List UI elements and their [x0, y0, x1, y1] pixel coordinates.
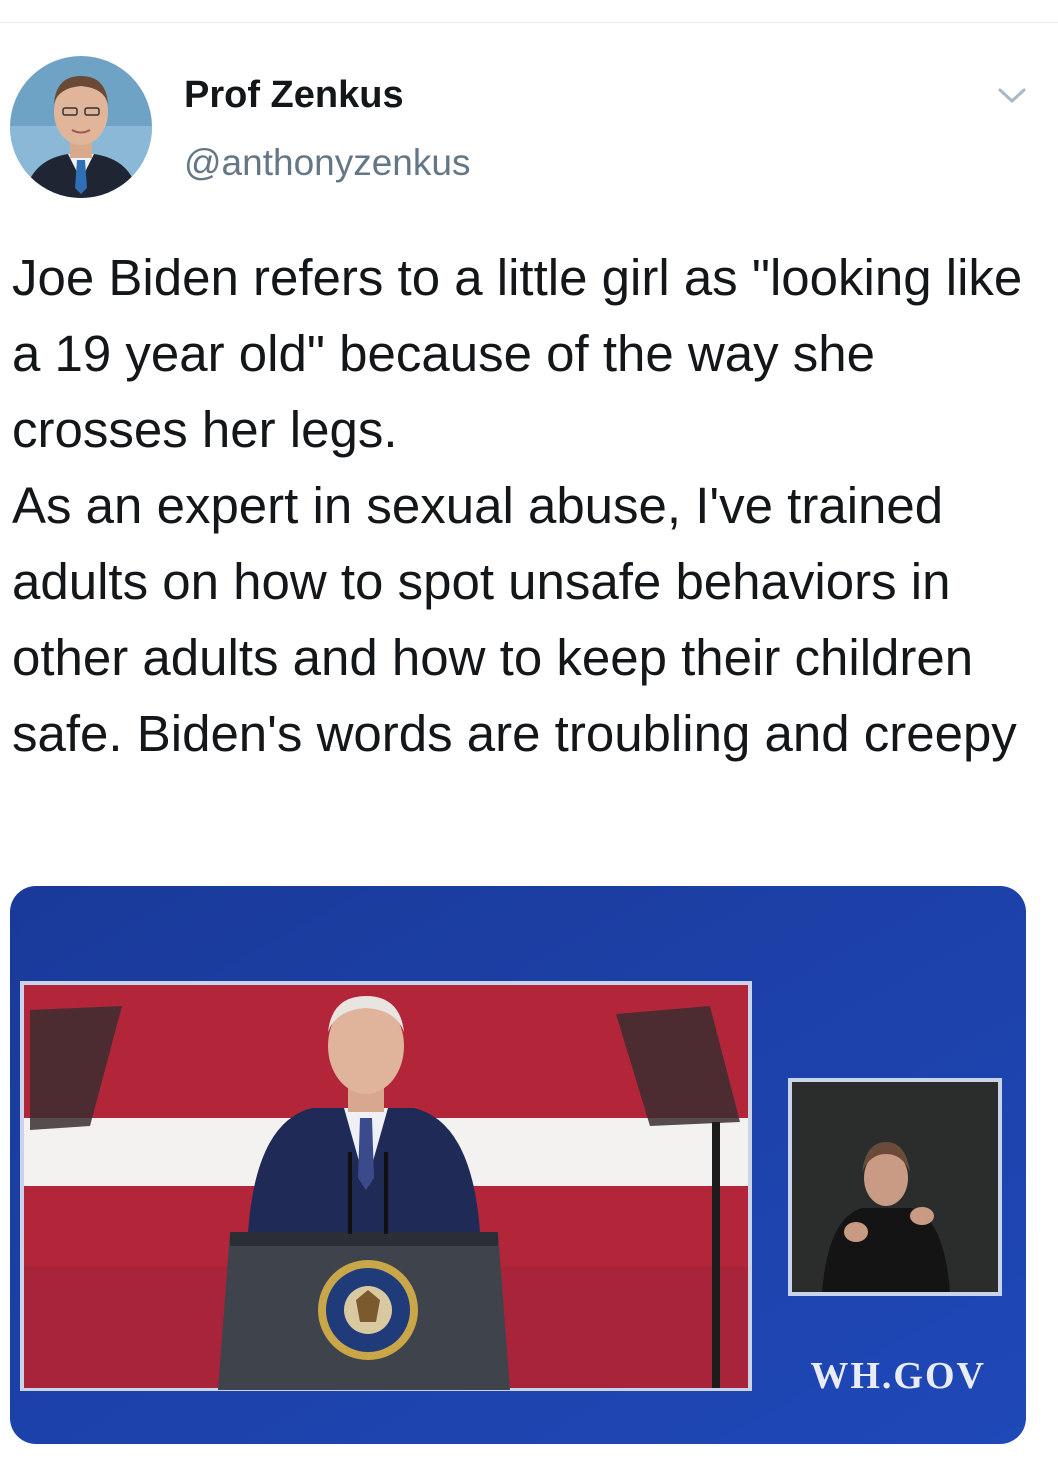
author-handle[interactable]: @anthonyzenkus	[184, 142, 470, 184]
chevron-down-icon[interactable]	[994, 80, 1030, 110]
tweet-media-video[interactable]: WH.GOV	[10, 886, 1026, 1444]
tweet-text: Joe Biden refers to a little girl as "lo…	[12, 249, 1023, 762]
author-display-name[interactable]: Prof Zenkus	[184, 74, 404, 117]
speaker-frame	[20, 981, 752, 1391]
top-divider	[0, 22, 1058, 23]
media-watermark: WH.GOV	[810, 1355, 986, 1397]
author-avatar[interactable]	[10, 56, 152, 198]
interpreter-inset	[788, 1078, 1002, 1296]
